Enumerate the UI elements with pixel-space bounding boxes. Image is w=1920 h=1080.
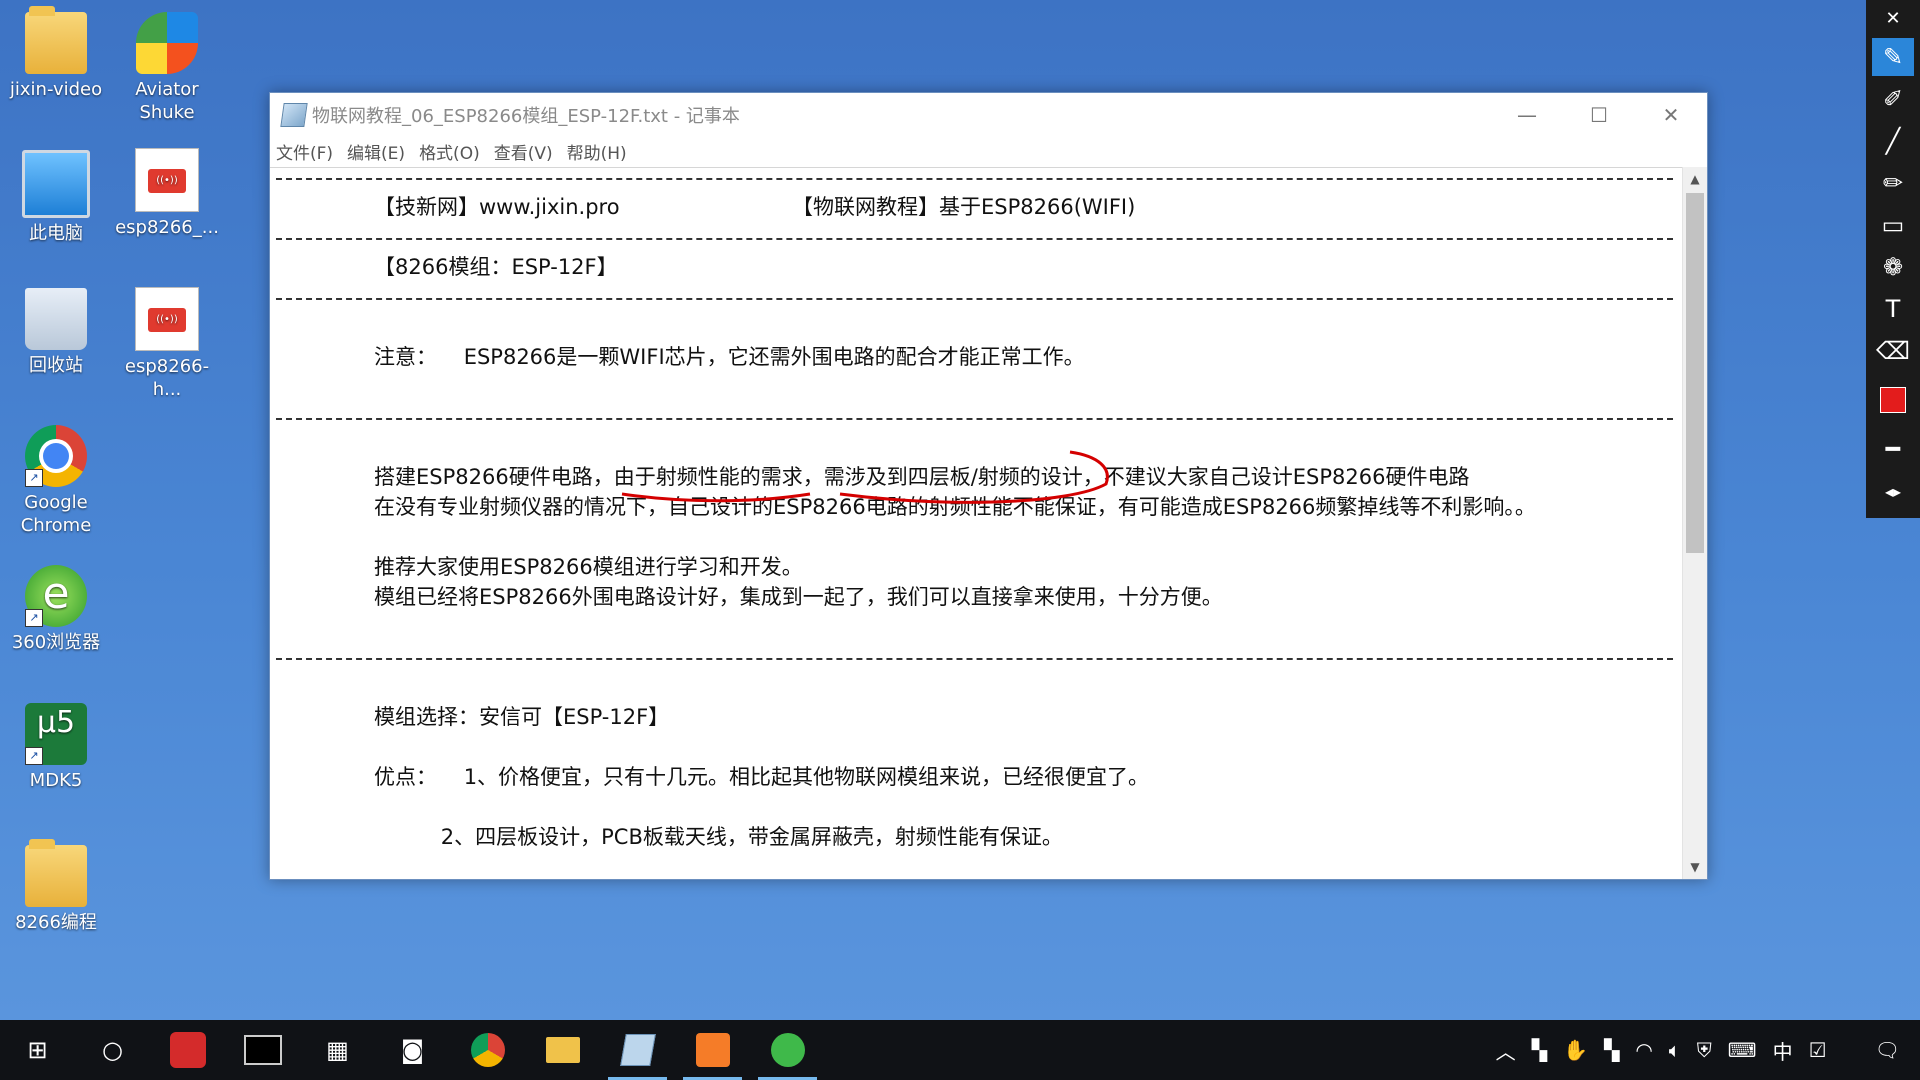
volume-icon[interactable]: 🔈︎ (1669, 1038, 1681, 1062)
wifi-icon[interactable]: ◠ (1635, 1038, 1652, 1062)
pdf-reader-icon[interactable] (675, 1020, 750, 1080)
camera-icon[interactable]: ◙ (375, 1020, 450, 1080)
file-explorer-icon[interactable] (525, 1020, 600, 1080)
vertical-scrollbar[interactable]: ▲ ▼ (1682, 167, 1707, 879)
desktop-icon-esp8266-doc2[interactable]: esp8266-h... (113, 287, 221, 401)
scroll-up-icon[interactable]: ▲ (1683, 167, 1707, 191)
text-editor[interactable]: 【技新网】www.jixin.pro 【物联网教程】基于ESP8266(WIFI… (270, 167, 1682, 880)
scroll-down-icon[interactable]: ▼ (1683, 855, 1707, 879)
pen-annotation (621, 450, 1109, 504)
terminal-icon[interactable] (225, 1020, 300, 1080)
text-icon[interactable]: T (1866, 288, 1920, 330)
windows-start-icon[interactable]: ⊞ (0, 1020, 75, 1080)
close-icon[interactable]: ✕ (1866, 0, 1920, 36)
chrome-icon[interactable] (450, 1020, 525, 1080)
desktop-icon-label: 8266编程 (15, 912, 97, 933)
scroll-thumb[interactable] (1686, 193, 1704, 553)
keil-mdk-icon: ↗ (25, 703, 87, 765)
youdao-icon[interactable] (150, 1020, 225, 1080)
eraser-icon[interactable]: ⌫ (1866, 330, 1920, 372)
desktop-icon-label: Aviator Shuke (135, 79, 199, 123)
notepad-window: 物联网教程_06_ESP8266模组_ESP-12F.txt - 记事本 — ☐… (269, 92, 1708, 880)
expand-icon[interactable]: ◂▸ (1866, 470, 1920, 512)
brush-icon[interactable]: ✏ (1866, 162, 1920, 204)
desktop-icon-chrome[interactable]: ↗ Google Chrome (2, 425, 110, 537)
desktop-icon-label: Google Chrome (20, 492, 92, 536)
computer-icon (22, 150, 90, 218)
desktop-icon-aviator[interactable]: Aviator Shuke (113, 12, 221, 124)
system-tray: ︿ ▚ ✋ ▚ ◠ 🔈︎ ⛨ ⌨ 中 ☑ 🗨︎ (1488, 1020, 1920, 1080)
checkbox-icon[interactable]: ☑ (1809, 1038, 1827, 1062)
color-swatch-icon[interactable] (1866, 372, 1920, 428)
stamp-icon[interactable]: ❁ (1866, 246, 1920, 288)
tray-app-icon[interactable]: ✋ (1563, 1038, 1588, 1062)
desktop-icon-this-pc[interactable]: 此电脑 (2, 150, 110, 245)
desktop-icon-label: jixin-video (9, 79, 103, 100)
folder-icon (25, 839, 87, 907)
chevron-up-icon[interactable]: ︿ (1496, 1036, 1516, 1065)
menu-format[interactable]: 格式(O) (419, 139, 480, 164)
pdf-document-icon (135, 148, 199, 212)
pen-toolbar: ✕ ✎ ✐ ╱ ✏ ▭ ❁ T ⌫ ━ ◂▸ (1866, 0, 1920, 518)
desktop-icon-recycle-bin[interactable]: 回收站 (2, 288, 110, 377)
menu-edit[interactable]: 编辑(E) (347, 139, 405, 164)
desktop-icon-esp8266-doc1[interactable]: esp8266_... (113, 148, 221, 239)
maximize-button[interactable]: ☐ (1563, 93, 1635, 137)
title-bar[interactable]: 物联网教程_06_ESP8266模组_ESP-12F.txt - 记事本 — ☐… (270, 93, 1707, 137)
keyboard-icon[interactable]: ⌨ (1728, 1038, 1757, 1062)
taskbar: ⊞ ○ ▦ ◙ ︿ ▚ ✋ ▚ ◠ 🔈︎ ⛨ ⌨ 中 ☑ 🗨︎ (0, 1020, 1920, 1080)
calculator-icon[interactable]: ▦ (300, 1020, 375, 1080)
desktop-icon-label: MDK5 (29, 770, 83, 791)
rectangle-icon[interactable]: ▭ (1866, 204, 1920, 246)
desktop-icon-8266-folder[interactable]: 8266编程 (2, 839, 110, 934)
360-browser-icon: ↗ (25, 565, 87, 627)
recycle-bin-icon (25, 288, 87, 350)
shield-icon[interactable]: ⛨ (1697, 1038, 1712, 1062)
menu-bar: 文件(F) 编辑(E) 格式(O) 查看(V) 帮助(H) (270, 137, 1707, 165)
pdf-document-icon (135, 287, 199, 351)
user-folder-icon (25, 6, 87, 74)
notification-icon[interactable]: 🗨︎ (1875, 1038, 1900, 1062)
marker-icon[interactable]: ✐ (1866, 78, 1920, 120)
pen-icon[interactable]: ✎ (1872, 38, 1914, 76)
search-circle-icon[interactable]: ○ (75, 1020, 150, 1080)
desktop-icon-label: esp8266-h... (124, 356, 210, 400)
desktop-icon-label: 360浏览器 (11, 632, 101, 653)
desktop-icon-label: 回收站 (29, 355, 83, 376)
chrome-icon: ↗ (25, 425, 87, 487)
menu-file[interactable]: 文件(F) (276, 139, 333, 164)
notepad-icon (280, 103, 308, 127)
notepad-icon[interactable] (600, 1020, 675, 1080)
tray-app-icon[interactable]: ▚ (1604, 1038, 1619, 1062)
aviator-icon (136, 12, 198, 74)
menu-view[interactable]: 查看(V) (494, 139, 553, 164)
menu-help[interactable]: 帮助(H) (567, 139, 627, 164)
minimize-button[interactable]: — (1491, 93, 1563, 137)
desktop-icon-label: 此电脑 (29, 223, 83, 244)
window-title: 物联网教程_06_ESP8266模组_ESP-12F.txt - 记事本 (312, 106, 740, 127)
desktop-icon-mdk5[interactable]: ↗ MDK5 (2, 703, 110, 792)
360-browser-icon[interactable] (750, 1020, 825, 1080)
ime-indicator[interactable]: 中 (1773, 1036, 1793, 1065)
close-button[interactable]: ✕ (1635, 93, 1707, 137)
line-icon[interactable]: ╱ (1866, 120, 1920, 162)
tray-app-icon[interactable]: ▚ (1532, 1038, 1547, 1062)
desktop-icon-360-browser[interactable]: ↗ 360浏览器 (2, 565, 110, 654)
stroke-width-icon[interactable]: ━ (1866, 428, 1920, 470)
desktop-icon-jixin-video[interactable]: jixin-video (2, 6, 110, 101)
desktop-icon-label: esp8266_... (115, 217, 219, 238)
